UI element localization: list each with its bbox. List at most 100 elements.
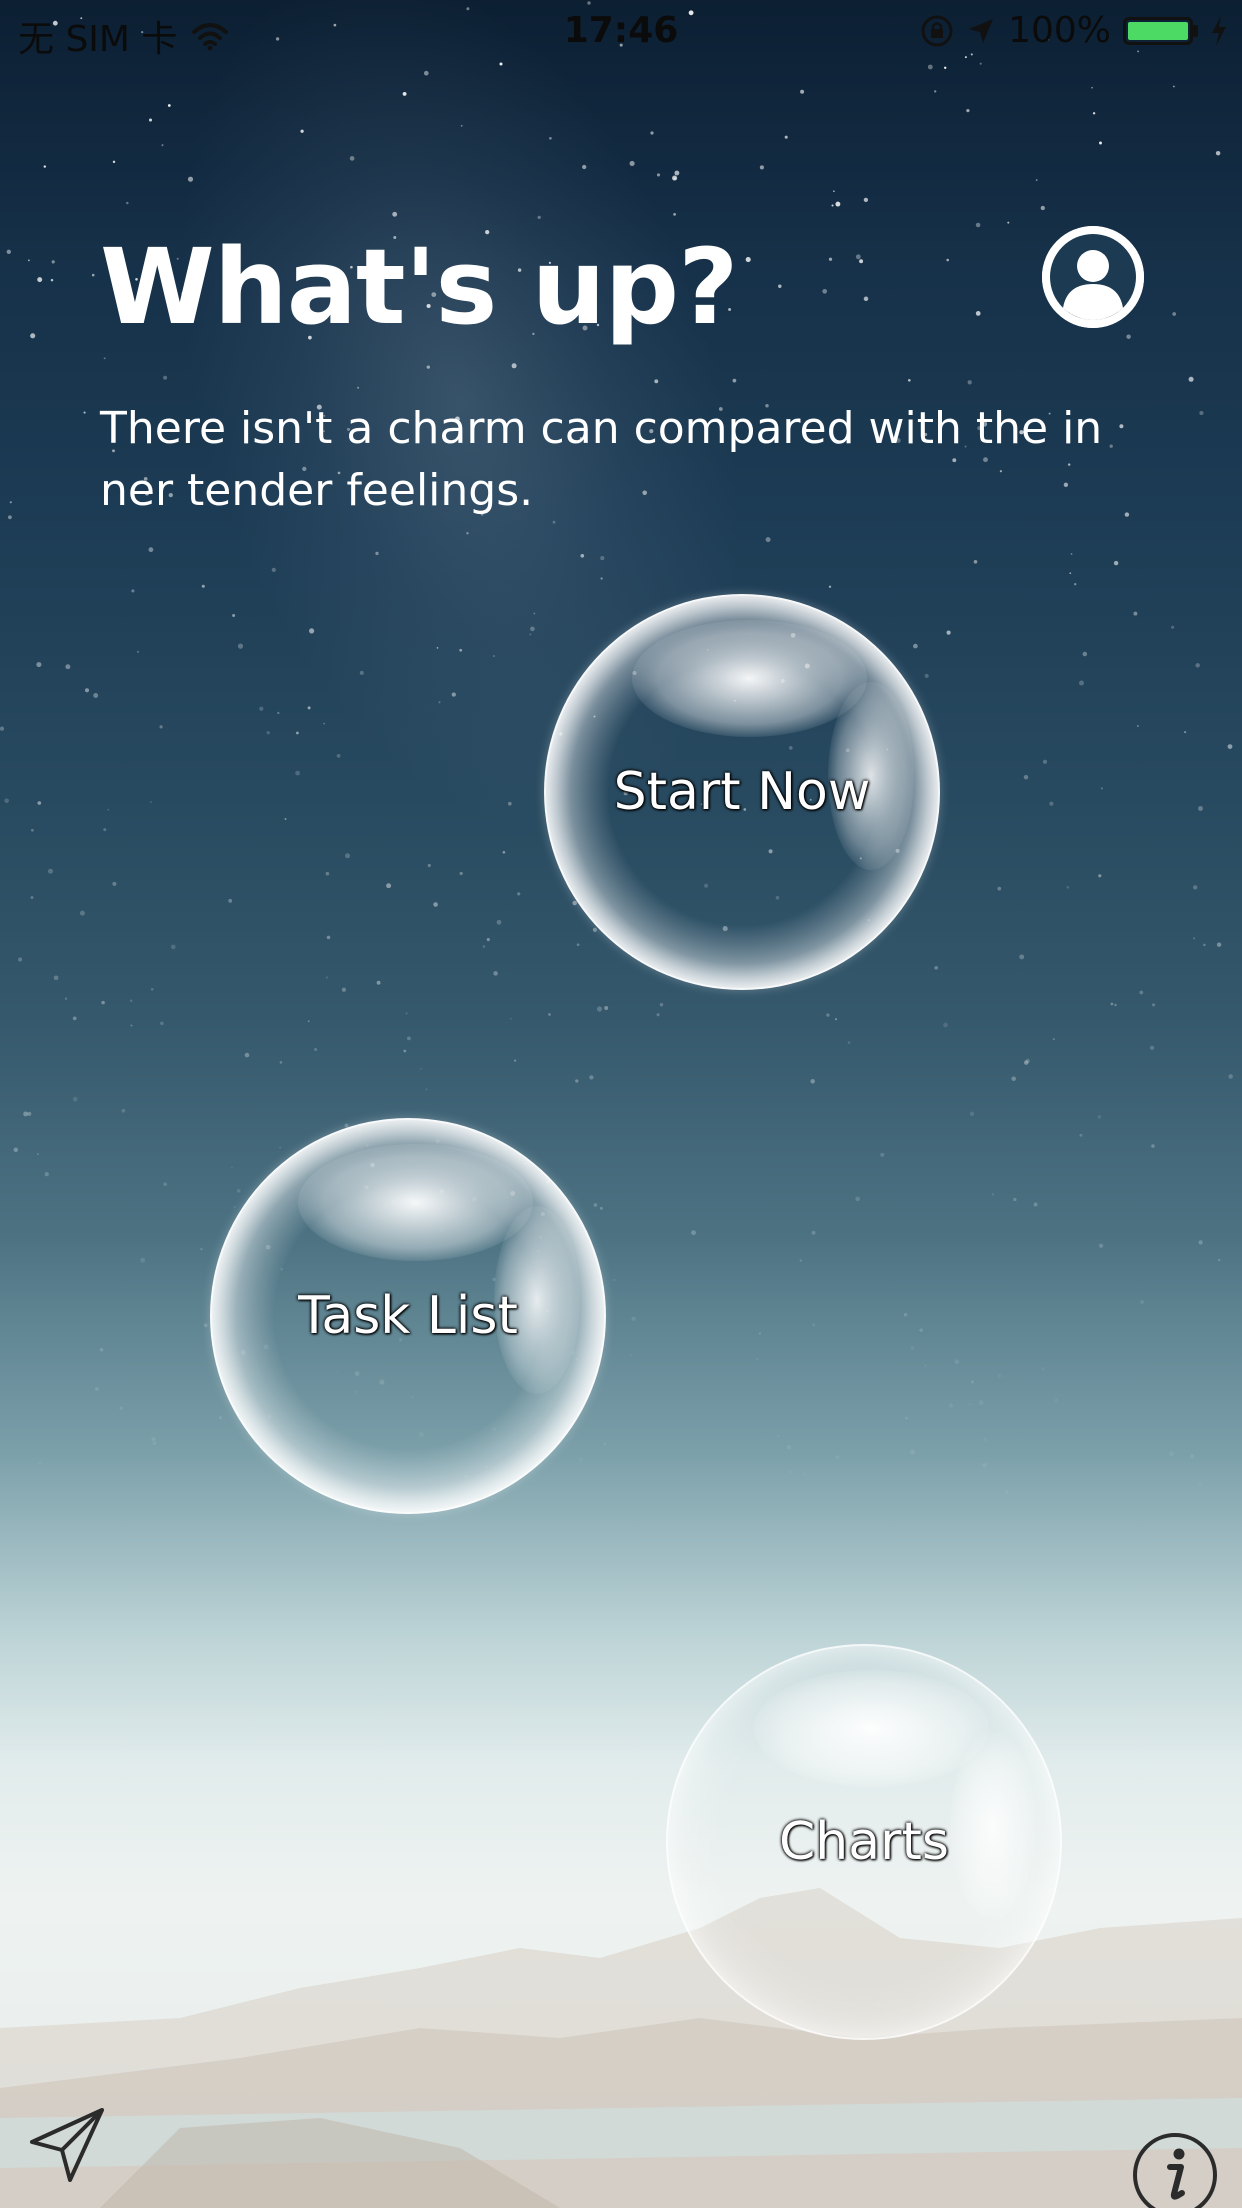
star-dot [943,1022,948,1028]
star-dot [510,1017,512,1020]
star-dot [599,1206,603,1210]
star-dot [1195,663,1200,668]
star-dot [1041,1367,1045,1371]
star-dot [1215,150,1221,156]
star-dot [789,1469,793,1474]
send-paper-plane-icon[interactable] [26,2104,108,2186]
star-dot [1113,560,1119,566]
star-dot [975,311,981,316]
star-dot [9,501,12,504]
star-dot [1092,112,1096,115]
status-bar: 无 SIM 卡 17:46 100% [0,0,1242,66]
star-dot [919,1328,923,1332]
star-dot [863,197,869,203]
star-dot [375,551,379,556]
star-dot [277,711,280,715]
star-dot [13,1147,19,1153]
star-dot [131,589,135,593]
star-dot [119,1406,123,1410]
star-dot [459,648,463,652]
star-dot [991,1193,995,1196]
star-dot [496,919,502,925]
star-dot [44,1172,49,1177]
star-dot [978,1400,984,1406]
star-dot [36,662,42,668]
star-dot [4,798,10,804]
star-dot [910,1449,916,1455]
star-dot [905,1416,908,1420]
star-dot [187,176,194,182]
star-dot [1033,1202,1038,1207]
star-dot [786,1445,791,1450]
star-dot [72,1016,77,1021]
star-dot [6,249,11,254]
star-dot [1228,1074,1233,1079]
star-dot [1070,552,1073,555]
star-dot [1197,1481,1202,1486]
star-dot [425,1088,428,1091]
star-dot [30,333,36,339]
star-dot [244,1052,250,1058]
star-dot [296,731,299,735]
star-dot [427,863,431,868]
star-dot [1099,1243,1104,1248]
star-dot [150,801,152,803]
star-dot [831,204,834,207]
orientation-lock-icon [921,15,953,46]
page-subtitle: There isn't a charm can compared with th… [100,403,1103,516]
star-dot [903,1313,908,1317]
star-dot [828,257,833,261]
star-dot [654,379,659,384]
star-dot [266,731,270,735]
star-dot [800,89,805,94]
star-dot [1137,725,1139,727]
star-dot [159,725,163,729]
star-dot [934,90,937,93]
star-dot [51,260,55,264]
star-dot [307,706,311,710]
star-dot [160,1021,164,1026]
star-dot [37,277,43,283]
info-icon[interactable] [1132,2132,1218,2208]
start-now-button[interactable]: Start Now [544,594,940,990]
star-dot [969,1111,975,1117]
battery-cap [1193,24,1198,37]
star-dot [345,853,350,859]
star-dot [604,1006,609,1010]
star-dot [593,1203,598,1207]
star-dot [1054,1398,1059,1403]
task-list-button[interactable]: Task List [210,1118,606,1514]
star-dot [1066,885,1070,889]
star-dot [50,278,54,282]
star-dot [1192,937,1196,940]
star-dot [826,1013,830,1017]
star-dot [163,1182,167,1187]
star-dot [140,1257,146,1263]
charts-button[interactable]: Charts [666,1644,1062,2040]
star-dot [983,1438,987,1442]
star-dot [934,965,939,970]
star-dot [745,257,751,263]
star-dot [549,137,552,140]
star-dot [1110,1002,1114,1006]
star-dot [656,1013,660,1017]
star-dot [91,273,95,277]
star-dot [279,1146,282,1149]
star-dot [1042,759,1048,764]
star-dot [576,943,580,947]
star-dot [812,1323,816,1327]
user-profile-icon[interactable] [1042,226,1144,328]
star-dot [1069,572,1072,575]
star-dot [533,612,536,615]
star-dot [27,1111,32,1116]
star-dot [822,288,828,294]
star-dot [405,1012,408,1015]
star-dot [48,868,53,874]
star-dot [121,1108,126,1113]
star-dot [855,1196,861,1202]
star-dot [1098,874,1102,878]
task-list-label: Task List [298,1286,518,1346]
star-dot [323,722,326,725]
star-dot [513,1059,517,1062]
star-dot [493,971,498,976]
